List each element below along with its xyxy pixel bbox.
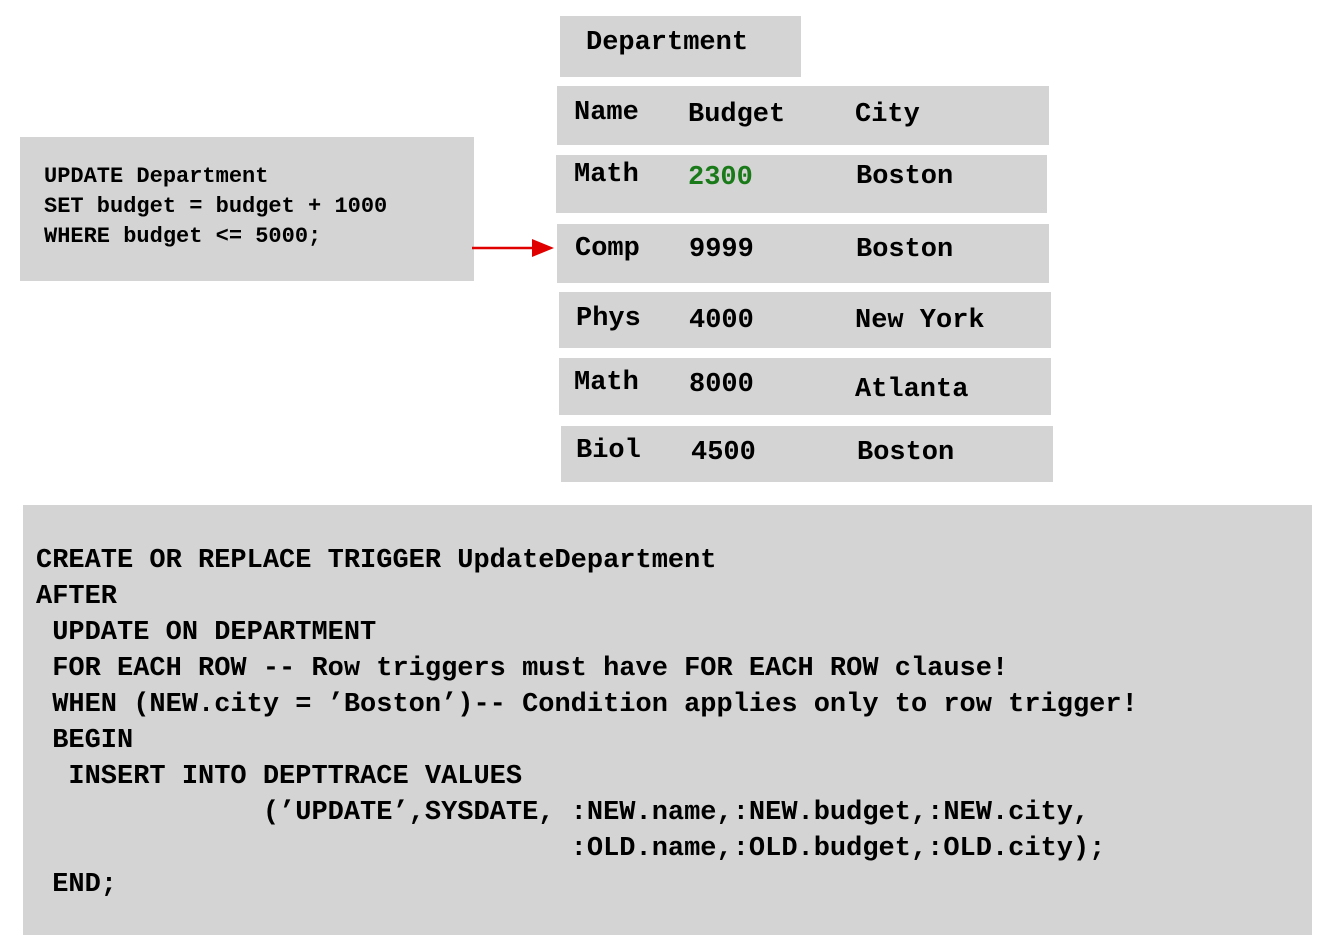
trigger-code-block: CREATE OR REPLACE TRIGGER UpdateDepartme… (23, 505, 1312, 935)
row-city: Boston (856, 162, 954, 192)
update-statement-box: UPDATE Department SET budget = budget + … (20, 137, 474, 281)
sql-line: SET budget = budget + 1000 (44, 194, 388, 219)
arrow-right-icon (472, 239, 554, 257)
row-name: Phys (576, 304, 641, 334)
table-header-row: Name Budget City (557, 86, 1049, 145)
row-city: Boston (856, 235, 954, 265)
row-budget: 4000 (689, 306, 754, 336)
table-row: Math 8000 Atlanta (559, 358, 1051, 415)
row-name: Comp (575, 234, 640, 264)
row-city: New York (855, 306, 985, 336)
table-row: Comp 9999 Boston (557, 224, 1049, 283)
row-name: Biol (576, 436, 641, 466)
code-line: INSERT INTO DEPTTRACE VALUES (36, 762, 523, 792)
header-name: Name (574, 98, 639, 128)
code-line: BEGIN (36, 726, 134, 756)
row-budget: 9999 (689, 235, 754, 265)
code-line: WHEN (NEW.city = ’Boston’)-- Condition a… (36, 690, 1138, 720)
code-line: UPDATE ON DEPARTMENT (36, 618, 377, 648)
code-line: AFTER (36, 582, 118, 612)
sql-line: WHERE budget <= 5000; (44, 224, 322, 249)
row-budget-updated: 2300 (688, 163, 753, 193)
row-budget: 4500 (691, 438, 756, 468)
row-city: Atlanta (855, 375, 969, 405)
header-city: City (855, 100, 920, 130)
row-city: Boston (857, 438, 955, 468)
code-line: :OLD.name,:OLD.budget,:OLD.city); (36, 834, 1106, 864)
sql-line: UPDATE Department (44, 164, 269, 189)
row-name: Math (574, 368, 639, 398)
code-line: CREATE OR REPLACE TRIGGER UpdateDepartme… (36, 546, 717, 576)
table-row: Math 2300 Boston (556, 155, 1047, 213)
table-row: Phys 4000 New York (559, 292, 1051, 348)
code-line: FOR EACH ROW -- Row triggers must have F… (36, 654, 1009, 684)
code-line: END; (36, 870, 118, 900)
header-budget: Budget (688, 100, 786, 130)
table-row: Biol 4500 Boston (561, 426, 1053, 482)
row-budget: 8000 (689, 370, 754, 400)
row-name: Math (574, 160, 639, 190)
code-line: (’UPDATE’,SYSDATE, :NEW.name,:NEW.budget… (36, 798, 1090, 828)
table-title: Department (560, 16, 801, 77)
